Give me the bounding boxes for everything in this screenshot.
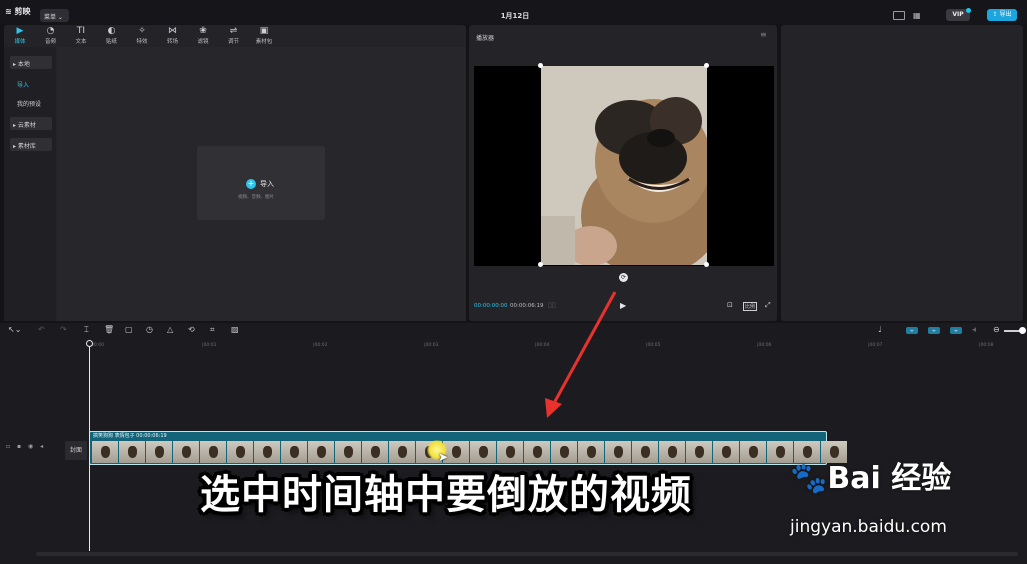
watermark-text: Bai 经验 (827, 461, 952, 496)
paw-icon: 🐾 (790, 461, 828, 496)
watermark-logo: 🐾Bai 经验 (790, 453, 951, 497)
watermark-url: jingyan.baidu.com (790, 517, 947, 537)
instruction-caption: 选中时间轴中要倒放的视频 (200, 472, 692, 518)
